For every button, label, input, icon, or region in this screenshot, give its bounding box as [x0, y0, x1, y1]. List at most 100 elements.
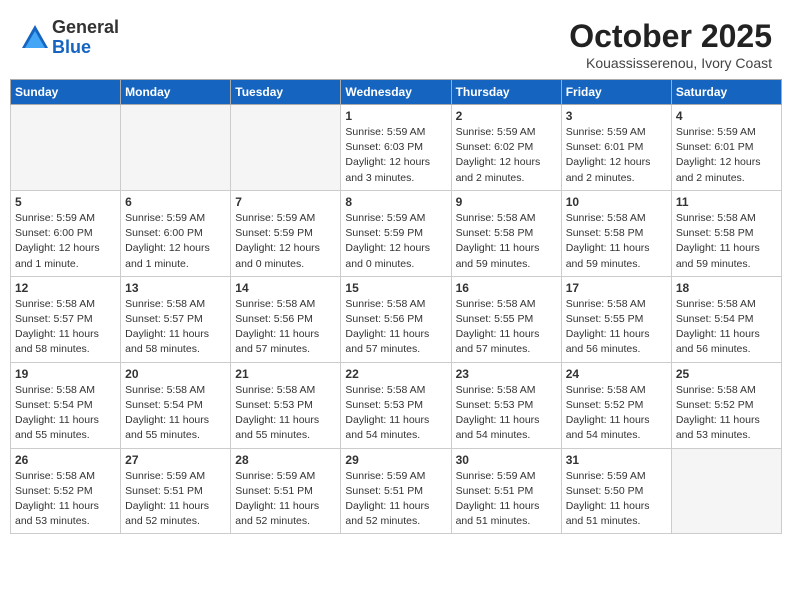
month-title: October 2025 — [569, 18, 772, 55]
day-info: Sunrise: 5:59 AMSunset: 6:01 PMDaylight:… — [566, 125, 667, 186]
calendar-cell: 8Sunrise: 5:59 AMSunset: 5:59 PMDaylight… — [341, 190, 451, 276]
day-info: Sunrise: 5:58 AMSunset: 5:58 PMDaylight:… — [566, 211, 667, 272]
weekday-header: Friday — [561, 80, 671, 105]
day-number: 6 — [125, 195, 226, 209]
day-info: Sunrise: 5:58 AMSunset: 5:54 PMDaylight:… — [125, 383, 226, 444]
day-number: 17 — [566, 281, 667, 295]
day-number: 20 — [125, 367, 226, 381]
calendar-cell: 10 Sunrise: 5:58 AMSunset: 5:58 PMDayligh… — [561, 190, 671, 276]
calendar-cell: 30 Sunrise: 5:59 AMSunset: 5:51 PMDayligh… — [451, 448, 561, 534]
day-number: 16 — [456, 281, 557, 295]
page-header: General Blue October 2025 Kouassissereno… — [10, 10, 782, 75]
day-info: Sunrise: 5:58 AMSunset: 5:57 PMDaylight:… — [15, 297, 116, 358]
calendar-cell: 18Sunrise: 5:58 AMSunset: 5:54 PMDayligh… — [671, 276, 781, 362]
calendar-cell: 11 Sunrise: 5:58 AMSunset: 5:58 PMDayligh… — [671, 190, 781, 276]
day-info: Sunrise: 5:59 AMSunset: 6:03 PMDaylight:… — [345, 125, 446, 186]
day-info: Sunrise: 5:58 AMSunset: 5:56 PMDaylight:… — [345, 297, 446, 358]
calendar-cell: 13 Sunrise: 5:58 AMSunset: 5:57 PMDayligh… — [121, 276, 231, 362]
calendar-table: SundayMondayTuesdayWednesdayThursdayFrid… — [10, 79, 782, 534]
day-info: Sunrise: 5:58 AMSunset: 5:55 PMDaylight:… — [566, 297, 667, 358]
calendar-cell: 14 Sunrise: 5:58 AMSunset: 5:56 PMDayligh… — [231, 276, 341, 362]
calendar-week-row: 12 Sunrise: 5:58 AMSunset: 5:57 PMDayligh… — [11, 276, 782, 362]
day-number: 27 — [125, 453, 226, 467]
day-number: 18 — [676, 281, 777, 295]
calendar-cell: 31 Sunrise: 5:59 AMSunset: 5:50 PMDayligh… — [561, 448, 671, 534]
day-info: Sunrise: 5:58 AMSunset: 5:53 PMDaylight:… — [456, 383, 557, 444]
day-number: 4 — [676, 109, 777, 123]
logo-icon — [20, 23, 50, 53]
day-number: 9 — [456, 195, 557, 209]
day-info: Sunrise: 5:59 AMSunset: 5:51 PMDaylight:… — [125, 469, 226, 530]
day-info: Sunrise: 5:59 AMSunset: 6:00 PMDaylight:… — [125, 211, 226, 272]
day-number: 19 — [15, 367, 116, 381]
logo-blue: Blue — [52, 38, 119, 58]
calendar-cell: 21 Sunrise: 5:58 AMSunset: 5:53 PMDayligh… — [231, 362, 341, 448]
calendar-cell — [121, 105, 231, 191]
day-info: Sunrise: 5:58 AMSunset: 5:52 PMDaylight:… — [15, 469, 116, 530]
day-info: Sunrise: 5:58 AMSunset: 5:58 PMDaylight:… — [676, 211, 777, 272]
calendar-cell: 2 Sunrise: 5:59 AMSunset: 6:02 PMDaylight… — [451, 105, 561, 191]
day-info: Sunrise: 5:59 AMSunset: 6:02 PMDaylight:… — [456, 125, 557, 186]
day-info: Sunrise: 5:58 AMSunset: 5:53 PMDaylight:… — [235, 383, 336, 444]
day-number: 23 — [456, 367, 557, 381]
day-info: Sunrise: 5:58 AMSunset: 5:55 PMDaylight:… — [456, 297, 557, 358]
day-info: Sunrise: 5:58 AMSunset: 5:56 PMDaylight:… — [235, 297, 336, 358]
calendar-cell: 19 Sunrise: 5:58 AMSunset: 5:54 PMDayligh… — [11, 362, 121, 448]
calendar-header-row: SundayMondayTuesdayWednesdayThursdayFrid… — [11, 80, 782, 105]
day-number: 30 — [456, 453, 557, 467]
day-number: 10 — [566, 195, 667, 209]
day-info: Sunrise: 5:58 AMSunset: 5:57 PMDaylight:… — [125, 297, 226, 358]
weekday-header: Tuesday — [231, 80, 341, 105]
day-number: 11 — [676, 195, 777, 209]
calendar-week-row: 1Sunrise: 5:59 AMSunset: 6:03 PMDaylight… — [11, 105, 782, 191]
day-number: 3 — [566, 109, 667, 123]
calendar-cell: 28Sunrise: 5:59 AMSunset: 5:51 PMDayligh… — [231, 448, 341, 534]
day-number: 28 — [235, 453, 336, 467]
day-number: 7 — [235, 195, 336, 209]
calendar-week-row: 26 Sunrise: 5:58 AMSunset: 5:52 PMDayligh… — [11, 448, 782, 534]
day-number: 5 — [15, 195, 116, 209]
calendar-cell: 4 Sunrise: 5:59 AMSunset: 6:01 PMDaylight… — [671, 105, 781, 191]
day-info: Sunrise: 5:58 AMSunset: 5:52 PMDaylight:… — [676, 383, 777, 444]
weekday-header: Monday — [121, 80, 231, 105]
logo-text: General Blue — [52, 18, 119, 58]
calendar-cell: 5Sunrise: 5:59 AMSunset: 6:00 PMDaylight… — [11, 190, 121, 276]
day-number: 25 — [676, 367, 777, 381]
day-info: Sunrise: 5:59 AMSunset: 6:01 PMDaylight:… — [676, 125, 777, 186]
calendar-cell: 7 Sunrise: 5:59 AMSunset: 5:59 PMDaylight… — [231, 190, 341, 276]
day-number: 29 — [345, 453, 446, 467]
day-number: 12 — [15, 281, 116, 295]
day-info: Sunrise: 5:58 AMSunset: 5:54 PMDaylight:… — [15, 383, 116, 444]
day-info: Sunrise: 5:59 AMSunset: 5:59 PMDaylight:… — [345, 211, 446, 272]
day-number: 21 — [235, 367, 336, 381]
day-number: 26 — [15, 453, 116, 467]
day-number: 22 — [345, 367, 446, 381]
calendar-cell: 17 Sunrise: 5:58 AMSunset: 5:55 PMDayligh… — [561, 276, 671, 362]
calendar-cell: 24Sunrise: 5:58 AMSunset: 5:52 PMDayligh… — [561, 362, 671, 448]
logo: General Blue — [20, 18, 119, 58]
calendar-cell: 9Sunrise: 5:58 AMSunset: 5:58 PMDaylight… — [451, 190, 561, 276]
day-number: 14 — [235, 281, 336, 295]
day-info: Sunrise: 5:59 AMSunset: 5:51 PMDaylight:… — [456, 469, 557, 530]
calendar-cell: 27 Sunrise: 5:59 AMSunset: 5:51 PMDayligh… — [121, 448, 231, 534]
day-number: 24 — [566, 367, 667, 381]
day-info: Sunrise: 5:59 AMSunset: 5:59 PMDaylight:… — [235, 211, 336, 272]
weekday-header: Thursday — [451, 80, 561, 105]
day-number: 31 — [566, 453, 667, 467]
calendar-cell: 29Sunrise: 5:59 AMSunset: 5:51 PMDayligh… — [341, 448, 451, 534]
title-block: October 2025 Kouassisserenou, Ivory Coas… — [569, 18, 772, 71]
calendar-cell — [231, 105, 341, 191]
weekday-header: Saturday — [671, 80, 781, 105]
day-number: 2 — [456, 109, 557, 123]
calendar-cell: 26 Sunrise: 5:58 AMSunset: 5:52 PMDayligh… — [11, 448, 121, 534]
day-number: 13 — [125, 281, 226, 295]
weekday-header: Sunday — [11, 80, 121, 105]
day-number: 15 — [345, 281, 446, 295]
logo-general: General — [52, 18, 119, 38]
calendar-week-row: 19 Sunrise: 5:58 AMSunset: 5:54 PMDayligh… — [11, 362, 782, 448]
calendar-cell: 16 Sunrise: 5:58 AMSunset: 5:55 PMDayligh… — [451, 276, 561, 362]
calendar-cell: 3 Sunrise: 5:59 AMSunset: 6:01 PMDaylight… — [561, 105, 671, 191]
calendar-cell: 12 Sunrise: 5:58 AMSunset: 5:57 PMDayligh… — [11, 276, 121, 362]
calendar-cell: 6 Sunrise: 5:59 AMSunset: 6:00 PMDaylight… — [121, 190, 231, 276]
day-info: Sunrise: 5:59 AMSunset: 5:50 PMDaylight:… — [566, 469, 667, 530]
